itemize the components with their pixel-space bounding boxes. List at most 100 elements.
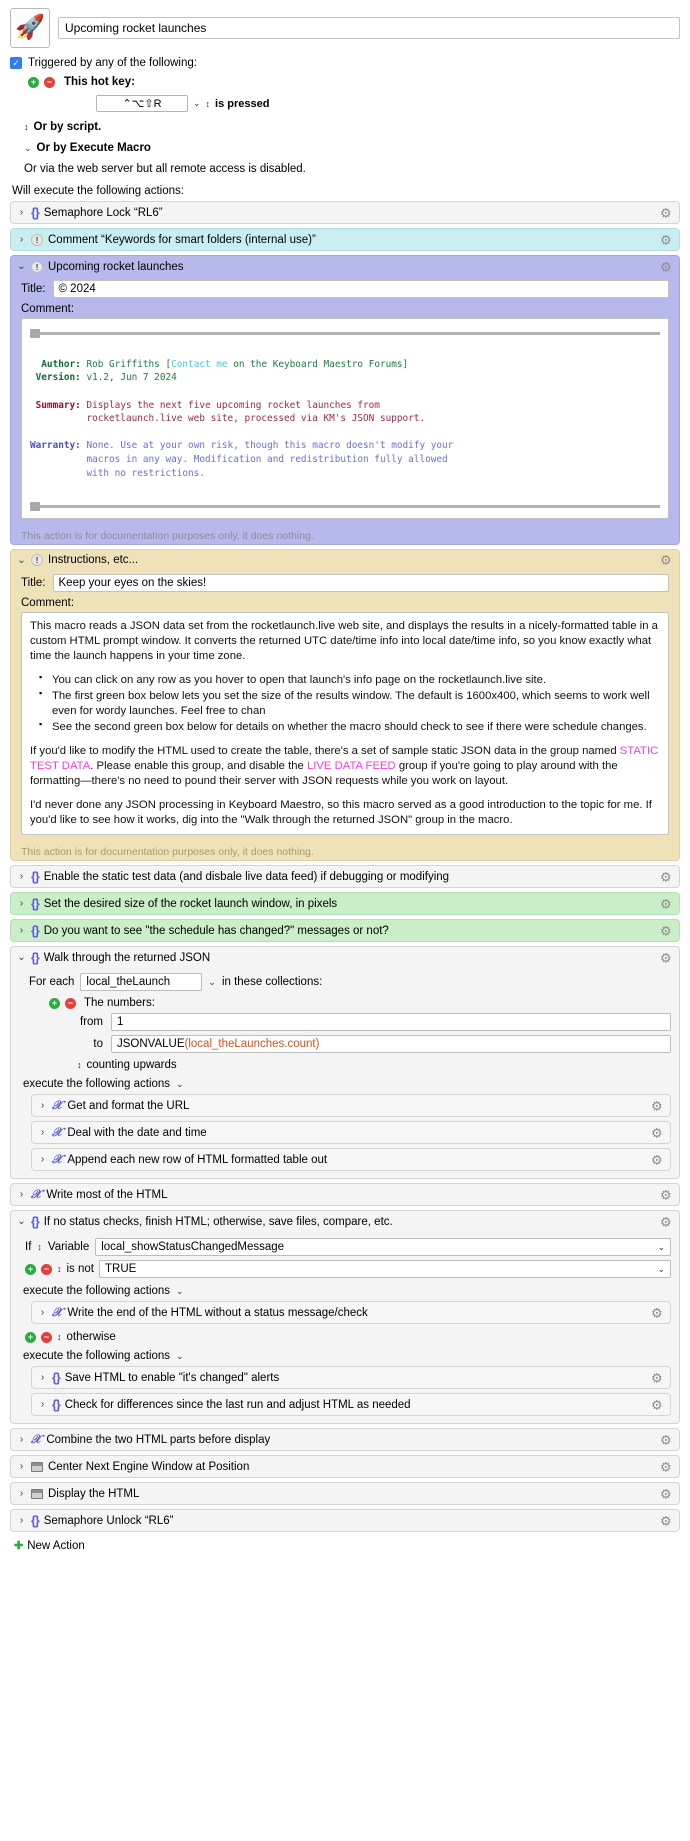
is-not-label[interactable]: is not: [67, 1263, 95, 1275]
disclosure-triangle[interactable]: ⌄: [17, 1216, 26, 1227]
scrollbar-track[interactable]: [40, 332, 660, 335]
action-row-comment-tan[interactable]: ⌄ ! Instructions, etc... ⚙ Title: Keep y…: [10, 548, 680, 862]
add-collection-button[interactable]: +: [49, 997, 60, 1009]
scrollbar-thumb[interactable]: [30, 501, 40, 511]
action-row-walk-json[interactable]: ⌄ {} Walk through the returned JSON ⚙ Fo…: [10, 946, 680, 1180]
gear-icon[interactable]: ⚙: [651, 1099, 664, 1112]
gear-icon[interactable]: ⚙: [651, 1153, 664, 1166]
instructions-text-area[interactable]: This macro reads a JSON data set from th…: [21, 611, 669, 836]
chevron-down-icon[interactable]: ⌄: [657, 1242, 665, 1253]
hotkey-input[interactable]: ⌃⌥⇧R: [96, 95, 188, 112]
add-trigger-button[interactable]: +: [28, 76, 39, 88]
disclosure-triangle[interactable]: ›: [17, 207, 26, 218]
disclosure-triangle[interactable]: ›: [38, 1399, 47, 1410]
action-row[interactable]: › Center Next Engine Window at Position …: [10, 1455, 680, 1479]
action-row[interactable]: › 𝒳 Write most of the HTML ⚙: [10, 1183, 680, 1207]
action-row[interactable]: › {} Semaphore Lock “RL6” ⚙: [10, 201, 680, 224]
macro-title-input[interactable]: Upcoming rocket launches: [58, 17, 680, 39]
action-row[interactable]: › 𝒳 Write the end of the HTML without a …: [31, 1301, 671, 1325]
action-row[interactable]: › {} Save HTML to enable "it's changed" …: [31, 1366, 671, 1390]
action-row[interactable]: › 𝒳 Deal with the date and time ⚙: [31, 1121, 671, 1145]
counting-direction-row[interactable]: ↕ counting upwards: [77, 1059, 671, 1071]
remove-collection-button[interactable]: −: [65, 997, 76, 1009]
horizontal-scrollbar[interactable]: [30, 329, 660, 338]
disclosure-triangle[interactable]: ›: [17, 1515, 26, 1526]
from-input[interactable]: 1: [111, 1013, 671, 1032]
action-row[interactable]: › {} Semaphore Unlock “RL6” ⚙: [10, 1509, 680, 1533]
comment-title-input[interactable]: © 2024: [52, 280, 669, 298]
gear-icon[interactable]: ⚙: [660, 260, 673, 273]
action-row[interactable]: › {} Do you want to see "the schedule ha…: [10, 919, 680, 943]
disclosure-triangle[interactable]: ⌄: [17, 952, 26, 963]
or-by-script-row[interactable]: ↕ Or by script.: [24, 121, 680, 133]
compare-value-input[interactable]: TRUE ⌄: [99, 1260, 671, 1279]
gear-icon[interactable]: ⚙: [660, 554, 673, 567]
disclosure-triangle[interactable]: ›: [38, 1154, 47, 1165]
variable-name-input[interactable]: local_showStatusChangedMessage ⌄: [95, 1238, 671, 1257]
variable-type-label[interactable]: Variable: [48, 1241, 89, 1253]
disclosure-triangle[interactable]: ›: [17, 234, 26, 245]
disclosure-triangle[interactable]: ›: [38, 1100, 47, 1111]
gear-icon[interactable]: ⚙: [660, 897, 673, 910]
action-row[interactable]: › 𝒳 Get and format the URL ⚙: [31, 1094, 671, 1118]
new-action-button[interactable]: ✚ New Action: [14, 1539, 680, 1553]
gear-icon[interactable]: ⚙: [660, 951, 673, 964]
gear-icon[interactable]: ⚙: [660, 233, 673, 246]
disclosure-triangle[interactable]: ⌄: [17, 555, 26, 566]
disclosure-triangle[interactable]: ›: [17, 1488, 26, 1499]
add-else-button[interactable]: +: [25, 1331, 36, 1343]
macro-icon-well[interactable]: 🚀: [10, 8, 50, 48]
gear-icon[interactable]: ⚙: [660, 1487, 673, 1500]
disclosure-triangle[interactable]: ›: [17, 1461, 26, 1472]
disclosure-triangle[interactable]: ›: [38, 1307, 47, 1318]
scrollbar-track[interactable]: [40, 504, 660, 508]
gear-icon[interactable]: ⚙: [660, 1460, 673, 1473]
updown-icon[interactable]: ↕: [206, 99, 211, 109]
to-input[interactable]: JSONVALUE (local_theLaunches.count): [111, 1035, 671, 1054]
for-each-variable-input[interactable]: local_theLaunch: [80, 973, 203, 992]
chevron-down-icon[interactable]: ⌄: [176, 1079, 184, 1090]
chevron-down-icon[interactable]: ⌄: [193, 98, 201, 109]
action-row[interactable]: › ! Comment “Keywords for smart folders …: [10, 228, 680, 251]
chevron-down-icon[interactable]: ⌄: [176, 1351, 184, 1362]
or-by-execute-macro-row[interactable]: ⌄ Or by Execute Macro: [24, 142, 680, 154]
horizontal-scrollbar-bottom[interactable]: [30, 501, 660, 511]
trigger-checkbox-row[interactable]: ✓ Triggered by any of the following:: [10, 57, 680, 69]
gear-icon[interactable]: ⚙: [660, 206, 673, 219]
scrollbar-thumb[interactable]: [30, 329, 40, 338]
remove-trigger-button[interactable]: −: [44, 76, 55, 88]
gear-icon[interactable]: ⚙: [660, 1188, 673, 1201]
disclosure-triangle[interactable]: ⌄: [17, 261, 26, 272]
gear-icon[interactable]: ⚙: [651, 1398, 664, 1411]
action-row-if-then[interactable]: ⌄ {} If no status checks, finish HTML; o…: [10, 1210, 680, 1425]
action-row[interactable]: › 𝒳 Combine the two HTML parts before di…: [10, 1428, 680, 1452]
gear-icon[interactable]: ⚙: [651, 1126, 664, 1139]
action-row[interactable]: › 𝒳 Append each new row of HTML formatte…: [31, 1148, 671, 1172]
remove-condition-button[interactable]: −: [41, 1263, 52, 1275]
gear-icon[interactable]: ⚙: [660, 1433, 673, 1446]
gear-icon[interactable]: ⚙: [660, 924, 673, 937]
gear-icon[interactable]: ⚙: [660, 870, 673, 883]
gear-icon[interactable]: ⚙: [651, 1306, 664, 1319]
disclosure-triangle[interactable]: ›: [38, 1372, 47, 1383]
disclosure-triangle[interactable]: ›: [17, 925, 26, 936]
trigger-checkbox[interactable]: ✓: [10, 57, 22, 69]
disclosure-triangle[interactable]: ›: [17, 1434, 26, 1445]
contact-me-link[interactable]: Contact me: [171, 359, 227, 370]
gear-icon[interactable]: ⚙: [651, 1371, 664, 1384]
gear-icon[interactable]: ⚙: [660, 1514, 673, 1527]
chevron-down-icon[interactable]: ⌄: [176, 1286, 184, 1297]
action-row[interactable]: › {} Set the desired size of the rocket …: [10, 892, 680, 916]
chevron-down-icon[interactable]: ⌄: [208, 977, 216, 988]
disclosure-triangle[interactable]: ›: [17, 871, 26, 882]
add-condition-button[interactable]: +: [25, 1263, 36, 1275]
action-row[interactable]: › {} Check for differences since the las…: [31, 1393, 671, 1417]
action-row[interactable]: › {} Enable the static test data (and di…: [10, 865, 680, 889]
chevron-down-icon[interactable]: ⌄: [657, 1264, 665, 1275]
updown-icon[interactable]: ↕: [37, 1242, 42, 1252]
is-pressed-label[interactable]: is pressed: [215, 98, 269, 110]
comment-text-area[interactable]: Author: Rob Griffiths [Contact me on the…: [21, 318, 669, 519]
instructions-title-input[interactable]: Keep your eyes on the skies!: [52, 573, 669, 592]
updown-icon[interactable]: ↕: [57, 1264, 62, 1274]
disclosure-triangle[interactable]: ›: [17, 1189, 26, 1200]
